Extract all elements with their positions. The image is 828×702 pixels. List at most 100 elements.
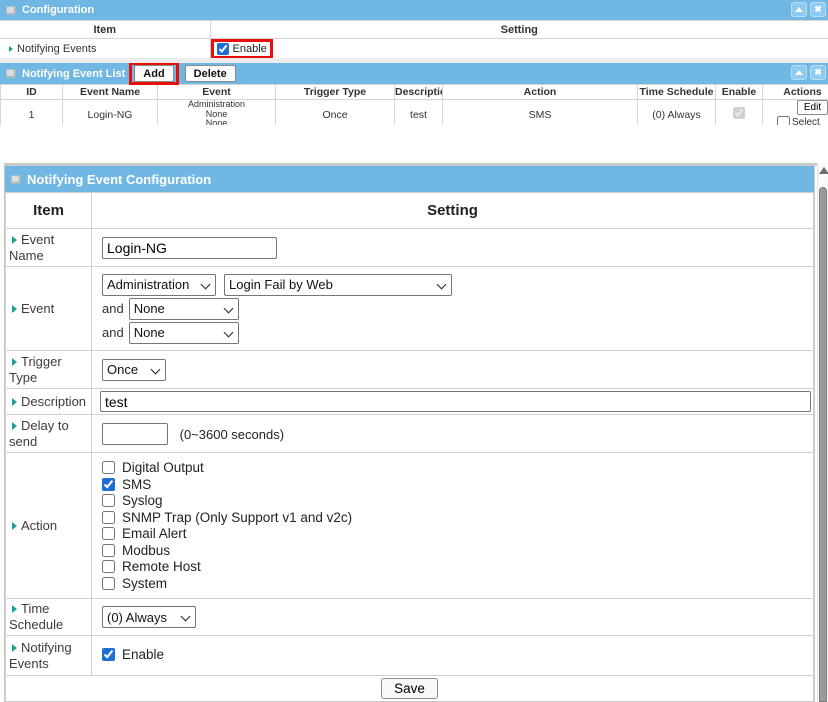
event-configuration-title: Notifying Event Configuration (27, 172, 211, 187)
cell-id: 1 (1, 100, 63, 126)
event-and2-select[interactable]: None (129, 322, 239, 344)
collapse-icon (795, 7, 803, 12)
event-list-panel-header: Notifying Event List Add Delete ✖ (0, 63, 828, 84)
list-col-action: Action (443, 85, 638, 100)
action-checkbox[interactable] (102, 544, 115, 557)
row-arrow-icon (12, 305, 17, 313)
form-col-item: Item (6, 193, 92, 229)
notifying-events-enable-label: Enable (233, 43, 267, 55)
event-name-input[interactable] (102, 237, 277, 259)
event-list-panel-title: Notifying Event List (22, 68, 125, 80)
window-icon (6, 6, 16, 15)
cell-actions: Edit Select (763, 100, 828, 126)
time-schedule-label-cell: Time Schedule (6, 599, 92, 636)
description-label-cell: Description (6, 389, 92, 415)
save-button[interactable]: Save (381, 678, 438, 699)
row-arrow-icon (12, 358, 17, 366)
action-option[interactable]: Email Alert (102, 526, 809, 543)
action-option[interactable]: Syslog (102, 493, 809, 510)
action-label-cell: Action (6, 453, 92, 599)
action-option[interactable]: Remote Host (102, 559, 809, 576)
delay-hint: (0~3600 seconds) (180, 427, 284, 442)
row-select-checkbox[interactable] (777, 116, 790, 125)
delay-input[interactable] (102, 423, 168, 445)
event-subtype-select[interactable]: Login Fail by Web (224, 274, 452, 296)
scrollbar-thumb[interactable] (819, 187, 827, 702)
form-enable-checkbox[interactable] (102, 648, 115, 661)
row-select-label: Select (792, 117, 820, 125)
configuration-panel-title: Configuration (22, 4, 94, 16)
configuration-panel: Configuration ✖ Item Setting Notifying E… (0, 0, 828, 58)
list-col-actions: Actions (763, 85, 828, 100)
action-checkbox[interactable] (102, 478, 115, 491)
notifying-events-enable[interactable]: Enable (217, 43, 267, 55)
add-button[interactable]: Add (134, 65, 173, 82)
scroll-up-icon[interactable] (819, 167, 828, 174)
event-and1-select[interactable]: None (129, 298, 239, 320)
event-label-cell: Event (6, 267, 92, 351)
action-option[interactable]: Digital Output (102, 460, 809, 477)
action-option-label: Modbus (122, 543, 170, 558)
config-col-setting: Setting (210, 21, 828, 39)
list-col-event: Event (158, 85, 276, 100)
form-col-setting: Setting (92, 193, 814, 229)
event-name-label-cell: Event Name (6, 229, 92, 267)
collapse-button[interactable] (791, 2, 807, 17)
action-option-label: System (122, 576, 167, 591)
cell-event: Administration None None (158, 100, 276, 126)
row-arrow-icon (12, 422, 17, 430)
form-enable[interactable]: Enable (102, 647, 164, 662)
action-option-label: Syslog (122, 493, 163, 508)
event-category-select[interactable]: Administration (102, 274, 216, 296)
action-checkbox[interactable] (102, 560, 115, 573)
cell-time-schedule: (0) Always (638, 100, 716, 126)
description-input[interactable] (100, 391, 811, 412)
vertical-scrollbar[interactable] (817, 163, 828, 702)
trigger-type-select[interactable]: Once (102, 359, 166, 381)
action-option[interactable]: System (102, 575, 809, 592)
delay-label-cell: Delay to send (6, 415, 92, 453)
time-schedule-select[interactable]: (0) Always (102, 606, 196, 628)
action-option[interactable]: Modbus (102, 542, 809, 559)
delete-button[interactable]: Delete (185, 65, 236, 82)
and-label: and (102, 301, 124, 316)
close-icon: ✖ (814, 5, 822, 14)
cell-trigger-type: Once (276, 100, 395, 126)
and-label: and (102, 325, 124, 340)
config-row-label: Notifying Events (17, 43, 96, 55)
event-list-row: 1 Login-NG Administration None None Once… (1, 100, 828, 126)
cell-event-name: Login-NG (63, 100, 158, 126)
window-icon (6, 69, 16, 78)
close-button[interactable]: ✖ (810, 65, 826, 80)
action-checkbox[interactable] (102, 461, 115, 474)
list-col-event-name: Event Name (63, 85, 158, 100)
notifying-event-list-panel: Notifying Event List Add Delete ✖ ID Eve… (0, 63, 828, 125)
form-enable-label: Enable (122, 647, 164, 662)
action-checkbox[interactable] (102, 511, 115, 524)
list-col-enable: Enable (716, 85, 763, 100)
close-button[interactable]: ✖ (810, 2, 826, 17)
row-arrow-icon (12, 644, 17, 652)
action-checkbox[interactable] (102, 527, 115, 540)
action-checkbox[interactable] (102, 577, 115, 590)
action-option-label: SMS (122, 477, 151, 492)
highlight-add-annotation: Add (129, 63, 178, 85)
action-options: Digital OutputSMSSyslogSNMP Trap (Only S… (102, 460, 809, 592)
action-option[interactable]: SNMP Trap (Only Support v1 and v2c) (102, 509, 809, 526)
list-col-id: ID (1, 85, 63, 100)
list-col-time-schedule: Time Schedule (638, 85, 716, 100)
row-arrow-icon (12, 522, 17, 530)
collapse-icon (795, 70, 803, 75)
configuration-panel-header: Configuration ✖ (0, 0, 828, 20)
action-checkbox[interactable] (102, 494, 115, 507)
trigger-type-label-cell: Trigger Type (6, 351, 92, 389)
edit-button[interactable]: Edit (797, 100, 828, 115)
notifying-events-enable-checkbox[interactable] (217, 43, 229, 55)
notifying-event-configuration-panel: Notifying Event Configuration Item Setti… (4, 166, 815, 702)
row-arrow-icon (12, 605, 17, 613)
action-option[interactable]: SMS (102, 476, 809, 493)
notifying-events-label-cell: Notifying Events (6, 636, 92, 676)
collapse-button[interactable] (791, 65, 807, 80)
config-col-item: Item (0, 21, 210, 39)
row-arrow-icon (12, 236, 17, 244)
